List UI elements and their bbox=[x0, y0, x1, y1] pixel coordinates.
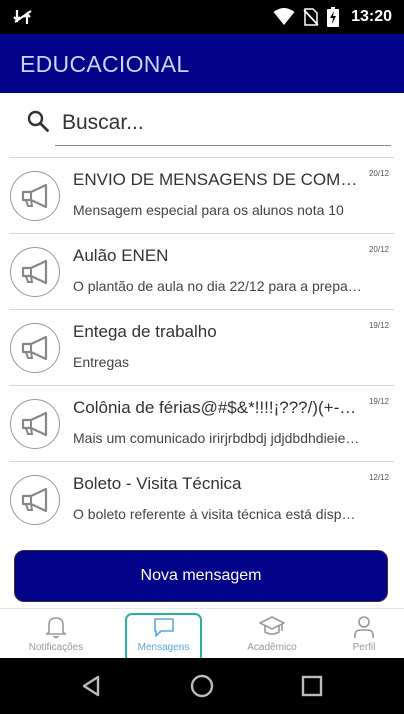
nav-item-academico[interactable]: Acadêmico bbox=[226, 609, 318, 659]
home-icon[interactable] bbox=[188, 672, 216, 700]
message-list: ENVIO DE MENSAGENS DE COMUNICADO Mensage… bbox=[0, 157, 404, 537]
active-tab-highlight bbox=[125, 613, 202, 663]
message-preview: Mais um comunicado irirjrbdbdj jdjdbdhdi… bbox=[73, 430, 363, 446]
new-message-button[interactable]: Nova mensagem bbox=[14, 550, 388, 602]
nav-label: Perfil bbox=[352, 642, 376, 653]
message-preview: O plantão de aula no dia 22/12 para a pr… bbox=[73, 278, 363, 294]
nav-label: Acadêmico bbox=[247, 642, 297, 653]
message-title: Aulão ENEN bbox=[73, 246, 169, 265]
bottom-nav: Notificações Mensagens Acadêmico Perfil bbox=[0, 608, 404, 663]
avatar bbox=[10, 323, 60, 373]
list-item[interactable]: Entega de trabalho Entregas 19/12 bbox=[0, 309, 404, 385]
megaphone-icon bbox=[21, 335, 48, 361]
avatar bbox=[10, 399, 60, 449]
search-icon[interactable] bbox=[26, 109, 50, 133]
message-date: 20/12 bbox=[368, 245, 389, 254]
status-bar: 13:20 bbox=[0, 0, 404, 34]
nav-item-notificacoes[interactable]: Notificações bbox=[10, 609, 102, 659]
message-title: Boleto - Visita Técnica bbox=[73, 474, 242, 493]
list-item[interactable]: Colônia de férias@#$&*!!!!¡???/)(+-&_.__… bbox=[0, 385, 404, 461]
megaphone-icon bbox=[21, 259, 48, 285]
divider bbox=[9, 461, 394, 462]
message-preview: O boleto referente à visita técnica está… bbox=[73, 506, 363, 522]
megaphone-icon bbox=[21, 487, 48, 513]
message-date: 12/12 bbox=[368, 473, 389, 482]
divider bbox=[9, 157, 394, 158]
message-title: Colônia de férias@#$&*!!!!¡???/)(+-&_.__ bbox=[73, 398, 363, 417]
divider bbox=[9, 233, 394, 234]
message-title: ENVIO DE MENSAGENS DE COMUNICADO bbox=[73, 170, 363, 189]
search-input[interactable] bbox=[62, 105, 384, 141]
back-icon[interactable] bbox=[78, 672, 106, 700]
message-title: Entega de trabalho bbox=[73, 322, 217, 341]
avatar bbox=[10, 247, 60, 297]
message-date: 19/12 bbox=[368, 321, 389, 330]
message-preview: Entregas bbox=[73, 354, 130, 370]
avatar bbox=[10, 171, 60, 221]
graduation-cap-icon bbox=[259, 616, 285, 635]
message-date: 19/12 bbox=[368, 397, 389, 406]
divider bbox=[9, 309, 394, 310]
app-bar: EDUCACIONAL bbox=[0, 34, 404, 93]
recents-icon[interactable] bbox=[298, 672, 326, 700]
message-preview: Mensagem especial para os alunos nota 10 bbox=[73, 202, 344, 218]
bell-icon bbox=[45, 617, 67, 639]
avatar bbox=[10, 475, 60, 525]
person-icon bbox=[354, 616, 374, 638]
list-item[interactable]: Boleto - Visita Técnica O boleto referen… bbox=[0, 461, 404, 537]
wifi-icon bbox=[273, 8, 295, 25]
no-sim-icon bbox=[303, 8, 319, 26]
list-item[interactable]: ENVIO DE MENSAGENS DE COMUNICADO Mensage… bbox=[0, 157, 404, 233]
search-bar bbox=[0, 93, 404, 157]
battery-charging-icon bbox=[327, 7, 340, 27]
app-title: EDUCACIONAL bbox=[20, 51, 190, 77]
megaphone-icon bbox=[21, 183, 48, 209]
status-time: 13:20 bbox=[351, 8, 392, 25]
megaphone-icon bbox=[21, 411, 48, 437]
android-nav-bar bbox=[0, 658, 404, 714]
divider bbox=[9, 385, 394, 386]
signal-swap-icon bbox=[13, 10, 32, 24]
nav-label: Notificações bbox=[28, 642, 84, 653]
list-item[interactable]: Aulão ENEN O plantão de aula no dia 22/1… bbox=[0, 233, 404, 309]
message-date: 20/12 bbox=[368, 169, 389, 178]
search-underline bbox=[55, 145, 391, 146]
nav-item-perfil[interactable]: Perfil bbox=[328, 609, 400, 659]
